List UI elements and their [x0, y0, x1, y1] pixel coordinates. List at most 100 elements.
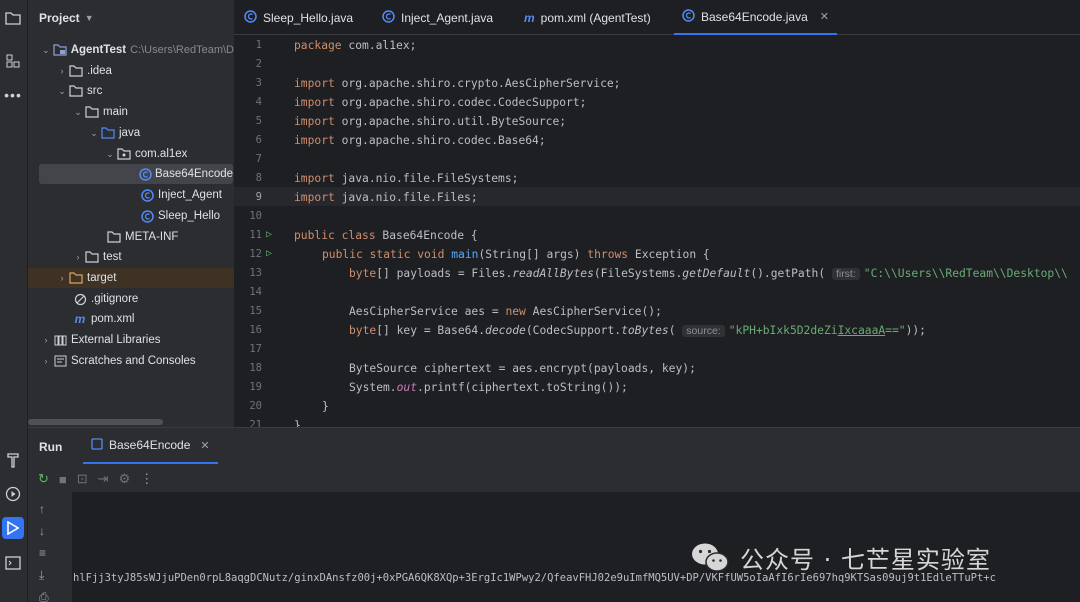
tree-item-src[interactable]: ⌄ src: [28, 81, 234, 101]
more-icon[interactable]: •••: [2, 84, 24, 106]
code-line: byte[] payloads = Files.readAllBytes(Fil…: [349, 267, 1068, 280]
expanded-arrow-icon[interactable]: ⌄: [72, 107, 84, 118]
tree-label: Scratches and Consoles: [71, 355, 196, 367]
tree-label: META-INF: [125, 231, 179, 243]
code-line: import org.apache.shiro.util.ByteSource;: [294, 115, 567, 128]
code-line: import org.apache.shiro.codec.Base64;: [294, 134, 546, 147]
tab-label: pom.xml (AgentTest): [540, 10, 651, 25]
horizontal-scrollbar[interactable]: [28, 419, 163, 425]
structure-icon[interactable]: [2, 50, 24, 72]
code-line: public class Base64Encode {: [294, 229, 478, 242]
code-line: System.out.printf(ciphertext.toString())…: [349, 381, 628, 394]
tree-item-scratches[interactable]: › Scratches and Consoles: [28, 351, 234, 371]
tree-item-meta-inf[interactable]: META-INF: [28, 227, 234, 247]
collapsed-arrow-icon[interactable]: ›: [40, 356, 52, 366]
tree-item-main[interactable]: ⌄ main: [28, 102, 234, 122]
code-line: }: [294, 419, 301, 427]
java-class-icon: [682, 8, 695, 25]
line-number: 3: [255, 77, 262, 89]
tree-item-inject-agent[interactable]: Inject_Agent: [28, 185, 234, 205]
collapsed-arrow-icon[interactable]: ›: [56, 66, 68, 76]
tree-label: AgentTest: [70, 44, 127, 56]
tree-item-idea[interactable]: › .idea: [28, 61, 234, 81]
run-tool-window: Run Base64Encode ✕ ↻ ■ ⊡ ⇥ ⚙ ⋮ ↑ ↓ ≡ ⤓ ⎙…: [28, 427, 1080, 602]
tree-path-hint: C:\Users\RedTeam\D: [130, 44, 234, 56]
line-number: 10: [249, 210, 262, 222]
rerun-icon[interactable]: ↻: [38, 471, 49, 487]
expanded-arrow-icon[interactable]: ⌄: [104, 149, 116, 160]
project-panel-header[interactable]: Project ▼: [39, 11, 94, 25]
tree-item-test[interactable]: › test: [28, 247, 234, 267]
tab-base64encode[interactable]: Base64Encode.java ✕: [674, 0, 837, 35]
more-icon[interactable]: ⋮: [140, 471, 153, 487]
tree-item-agenttest[interactable]: ⌄ AgentTest C:\Users\RedTeam\D: [28, 40, 234, 60]
tree-item-target[interactable]: › target: [28, 268, 234, 288]
services-icon[interactable]: [2, 483, 24, 505]
expanded-arrow-icon[interactable]: ⌄: [40, 45, 52, 56]
line-number: 1: [255, 39, 262, 51]
camera-icon[interactable]: ⊡: [77, 471, 88, 487]
activity-bar: •••: [0, 0, 28, 602]
arrow-down-icon[interactable]: ↓: [39, 524, 45, 538]
tab-label: Inject_Agent.java: [401, 10, 494, 25]
code-line: import org.apache.shiro.codec.CodecSuppo…: [294, 96, 587, 109]
library-icon: [52, 333, 68, 347]
tree-item-gitignore[interactable]: .gitignore: [28, 289, 234, 309]
tree-item-java[interactable]: ⌄ java: [28, 123, 234, 143]
folder-icon: [68, 64, 84, 78]
run-tab-base64encode[interactable]: Base64Encode ✕: [83, 428, 218, 464]
tree-item-package[interactable]: ⌄ com.al1ex: [28, 144, 234, 164]
line-number: 2: [255, 58, 262, 70]
run-header: Run Base64Encode ✕: [28, 428, 1080, 464]
tree-label: .idea: [87, 65, 112, 77]
run-icon[interactable]: [2, 517, 24, 539]
folder-icon: [84, 250, 100, 264]
expanded-arrow-icon[interactable]: ⌄: [56, 86, 68, 97]
folder-icon: [68, 84, 84, 98]
tab-pom[interactable]: m pom.xml (AgentTest): [516, 0, 659, 35]
line-number: 6: [255, 134, 262, 146]
tree-label: Sleep_Hello: [158, 210, 221, 222]
build-hammer-icon[interactable]: [2, 449, 24, 471]
tab-sleep-hello[interactable]: Sleep_Hello.java: [236, 0, 361, 35]
line-number: 8: [255, 172, 262, 184]
run-tab-label: Base64Encode: [109, 438, 191, 452]
tab-inject-agent[interactable]: Inject_Agent.java: [374, 0, 501, 35]
project-panel: Project ▼ ⌄ AgentTest C:\Users\RedTeam\D…: [28, 0, 234, 427]
watermark-text: 公众号 · 七芒星实验室: [740, 546, 991, 574]
close-icon[interactable]: ✕: [200, 439, 209, 452]
folder-icon: [84, 105, 100, 119]
collapsed-arrow-icon[interactable]: ›: [72, 252, 84, 262]
tree-item-pom[interactable]: m pom.xml: [28, 309, 234, 329]
run-config-icon: [91, 437, 103, 453]
line-number: 17: [249, 343, 262, 355]
collapsed-arrow-icon[interactable]: ›: [40, 335, 52, 345]
code-editor[interactable]: 1 2 3 4 5 6 7 8 9 10 11 12 13 14 15 16 1…: [234, 36, 1080, 427]
tree-item-sleep-hello[interactable]: Sleep_Hello: [28, 206, 234, 226]
scroll-to-end-icon[interactable]: ⤓: [39, 568, 44, 583]
arrow-up-icon[interactable]: ↑: [39, 502, 45, 516]
print-icon[interactable]: ⎙: [39, 590, 49, 602]
maven-icon: m: [524, 10, 535, 25]
project-folder-icon[interactable]: [2, 7, 24, 29]
expanded-arrow-icon[interactable]: ⌄: [88, 128, 100, 139]
line-number: 4: [255, 96, 262, 108]
terminal-icon[interactable]: [2, 552, 24, 574]
tree-label: src: [87, 85, 103, 97]
console-side-toolbar: ↑ ↓ ≡ ⤓ ⎙: [28, 492, 62, 602]
tree-item-external-libraries[interactable]: › External Libraries: [28, 330, 234, 350]
collapsed-arrow-icon[interactable]: ›: [56, 273, 68, 283]
run-toolbar: ↻ ■ ⊡ ⇥ ⚙ ⋮: [28, 466, 1080, 492]
import-icon[interactable]: ⇥: [98, 471, 109, 487]
java-class-icon: [139, 209, 155, 223]
tree-label: pom.xml: [91, 313, 135, 325]
wechat-icon: [692, 543, 729, 572]
chevron-down-icon: ▼: [84, 13, 94, 23]
close-icon[interactable]: ✕: [820, 10, 829, 23]
stop-icon[interactable]: ■: [59, 472, 67, 487]
settings-icon[interactable]: ⚙: [119, 471, 131, 487]
tree-item-base64encode[interactable]: Base64Encode: [39, 164, 233, 184]
soft-wrap-icon[interactable]: ≡: [39, 546, 46, 560]
run-gutter-icon[interactable]: ▷: [266, 229, 272, 240]
run-gutter-icon[interactable]: ▷: [266, 248, 272, 259]
